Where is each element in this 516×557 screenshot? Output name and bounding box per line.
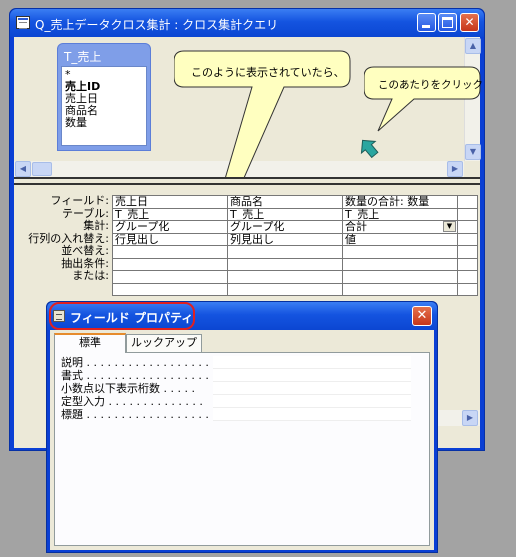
grid-cell[interactable]: 列見出し (227, 232, 343, 246)
dialog-close-button[interactable]: ✕ (412, 306, 432, 326)
tab-standard[interactable]: 標準 (54, 333, 126, 353)
grid-cell[interactable]: 売上日 (112, 195, 228, 209)
property-label: 説明 . . . . . . . . . . . . . . . . . . (61, 356, 209, 369)
property-value-field[interactable] (213, 395, 411, 408)
grid-cell[interactable] (457, 257, 478, 271)
scroll-right-icon[interactable]: ▶ (447, 161, 463, 177)
grid-cell[interactable] (112, 282, 228, 296)
property-value-field[interactable] (213, 369, 411, 382)
grid-cell[interactable] (457, 232, 478, 246)
grid-row-labels: フィールド: テーブル: 集計: 行列の入れ替え: 並べ替え: 抽出条件: また… (14, 194, 110, 283)
highlight-ring (49, 302, 195, 330)
property-label: 小数点以下表示桁数 . . . . . (61, 382, 195, 395)
row-label-sort: 並べ替え: (61, 244, 109, 257)
grid-cell[interactable]: グループ化 (227, 220, 343, 234)
maximize-icon (442, 17, 453, 28)
grid-cell[interactable] (227, 245, 343, 259)
grid-row-crosstab: 行見出し 列見出し 値 (112, 232, 478, 246)
property-label: 標題 . . . . . . . . . . . . . . . . . . (61, 408, 209, 421)
maximize-button[interactable] (438, 13, 457, 32)
dropdown-arrow-icon[interactable]: ▼ (443, 221, 456, 232)
query-icon (16, 16, 30, 29)
grid-cell[interactable] (457, 220, 478, 234)
scroll-down-icon[interactable]: ▼ (465, 144, 481, 160)
grid-cell[interactable] (457, 245, 478, 259)
grid-cell[interactable] (342, 245, 458, 259)
grid-row-total: グループ化 グループ化 合計 ▼ (112, 220, 478, 234)
grid-cell[interactable] (342, 257, 458, 271)
property-value-field[interactable] (213, 356, 411, 369)
total-combo-value: 合計 (345, 220, 367, 233)
grid-cell[interactable] (342, 282, 458, 296)
field-list-item[interactable]: 数量 (65, 117, 143, 129)
grid-cell[interactable] (227, 282, 343, 296)
table-field-list[interactable]: T_売上 * 売上ID 売上日 商品名 数量 (57, 43, 151, 151)
design-grid[interactable]: 売上日 商品名 数量の合計: 数量 T_売上 T_売上 T_売上 グループ化 グ… (112, 195, 478, 296)
close-icon: ✕ (464, 15, 475, 29)
row-label-total: 集計: (83, 219, 109, 232)
property-label: 書式 . . . . . . . . . . . . . . . . . . (61, 369, 209, 382)
property-panel: 説明 . . . . . . . . . . . . . . . . . . 書… (54, 352, 430, 546)
scroll-right-icon[interactable]: ▶ (462, 410, 478, 426)
callout-click-text: このあたりをクリック (378, 79, 483, 91)
grid-cell[interactable] (112, 270, 228, 284)
table-pane[interactable]: T_売上 * 売上ID 売上日 商品名 数量 ▲ ▼ ◀ ▶ このように表示され… (14, 37, 483, 306)
grid-cell[interactable]: T_売上 (112, 207, 228, 221)
close-button[interactable]: ✕ (460, 13, 479, 32)
minimize-icon (422, 25, 430, 28)
property-row: 小数点以下表示桁数 . . . . . (61, 382, 415, 395)
callout-click (364, 66, 481, 132)
property-row: 定型入力 . . . . . . . . . . . . . . (61, 395, 415, 408)
grid-cell[interactable]: T_売上 (342, 207, 458, 221)
grid-cell[interactable]: グループ化 (112, 220, 228, 234)
total-combo[interactable]: 合計 ▼ (342, 220, 458, 234)
grid-row-sort (112, 245, 478, 259)
grid-cell[interactable] (457, 270, 478, 284)
tab-lookup[interactable]: ルックアップ (126, 334, 202, 352)
grid-cell[interactable] (112, 257, 228, 271)
grid-cell[interactable]: 値 (342, 232, 458, 246)
grid-row-field: 売上日 商品名 数量の合計: 数量 (112, 195, 478, 209)
grid-cell[interactable] (227, 270, 343, 284)
grid-row-blank (112, 282, 478, 296)
desktop-background: Q_売上データクロス集計 : クロス集計クエリ ✕ T_売上 * 売上ID 売上… (0, 0, 516, 557)
grid-cell[interactable] (112, 245, 228, 259)
grid-row-or (112, 270, 478, 284)
close-icon: ✕ (416, 308, 428, 323)
property-row: 書式 . . . . . . . . . . . . . . . . . . (61, 369, 415, 382)
property-row: 説明 . . . . . . . . . . . . . . . . . . (61, 356, 415, 369)
grid-cell[interactable] (227, 257, 343, 271)
scroll-thumb[interactable] (32, 162, 52, 176)
query-window-titlebar[interactable]: Q_売上データクロス集計 : クロス集計クエリ ✕ (10, 9, 484, 37)
field-list[interactable]: * 売上ID 売上日 商品名 数量 (61, 66, 147, 146)
row-label-or: または: (72, 269, 109, 282)
property-row: 標題 . . . . . . . . . . . . . . . . . . (61, 408, 415, 421)
query-window-title: Q_売上データクロス集計 : クロス集計クエリ (35, 18, 279, 32)
row-label-field: フィールド: (50, 194, 110, 207)
grid-cell[interactable] (457, 195, 478, 209)
scroll-up-icon[interactable]: ▲ (465, 38, 481, 54)
grid-cell[interactable] (457, 207, 478, 221)
grid-row-criteria (112, 257, 478, 271)
grid-cell[interactable]: 行見出し (112, 232, 228, 246)
grid-cell[interactable]: T_売上 (227, 207, 343, 221)
grid-row-table: T_売上 T_売上 T_売上 (112, 207, 478, 221)
grid-cell[interactable]: 商品名 (227, 195, 343, 209)
property-value-field[interactable] (213, 408, 411, 421)
field-properties-client: 標準 ルックアップ 説明 . . . . . . . . . . . . . .… (50, 330, 434, 550)
grid-cell[interactable] (342, 270, 458, 284)
grid-cell[interactable]: 数量の合計: 数量 (342, 195, 458, 209)
pane-splitter[interactable] (14, 177, 480, 185)
minimize-button[interactable] (417, 13, 436, 32)
cursor-arrow-icon (360, 139, 379, 159)
callout-main-text: このように表示されていたら、 (191, 66, 345, 79)
scroll-left-icon[interactable]: ◀ (15, 161, 31, 177)
property-value-field[interactable] (213, 382, 411, 395)
grid-cell[interactable] (457, 282, 478, 296)
field-properties-dialog: フィールド プロパティ ✕ 標準 ルックアップ 説明 . . . . . . .… (46, 301, 438, 553)
property-label: 定型入力 . . . . . . . . . . . . . . (61, 395, 203, 408)
table-name: T_売上 (64, 50, 102, 64)
